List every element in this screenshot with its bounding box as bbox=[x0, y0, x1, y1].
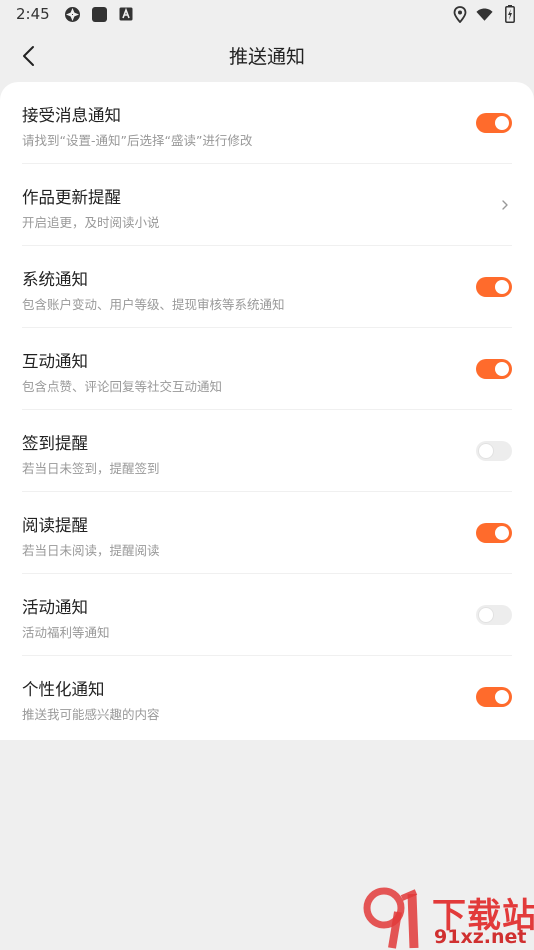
setting-title: 签到提醒 bbox=[22, 434, 88, 453]
setting-subtitle: 活动福利等通知 bbox=[22, 625, 110, 640]
toggle-switch[interactable] bbox=[476, 441, 512, 461]
toggle-switch[interactable] bbox=[476, 359, 512, 379]
setting-row-accept-messages[interactable]: 接受消息通知 请找到“设置-通知”后选择“盛读”进行修改 bbox=[22, 82, 512, 164]
shutter-icon bbox=[64, 6, 81, 23]
toggle-knob bbox=[479, 608, 493, 622]
status-left: 2:45 bbox=[16, 5, 135, 23]
setting-row-reading[interactable]: 阅读提醒 若当日未阅读，提醒阅读 bbox=[22, 492, 512, 574]
setting-title: 活动通知 bbox=[22, 598, 88, 617]
toggle-knob bbox=[495, 526, 509, 540]
setting-row-interaction[interactable]: 互动通知 包含点赞、评论回复等社交互动通知 bbox=[22, 328, 512, 410]
setting-row-activity[interactable]: 活动通知 活动福利等通知 bbox=[22, 574, 512, 656]
setting-subtitle: 推送我可能感兴趣的内容 bbox=[22, 707, 160, 722]
watermark-logo-icon bbox=[363, 887, 419, 949]
toggle-switch[interactable] bbox=[476, 687, 512, 707]
status-bar: 2:45 bbox=[0, 0, 534, 28]
setting-title: 接受消息通知 bbox=[22, 106, 121, 125]
toggle-switch[interactable] bbox=[476, 113, 512, 133]
toggle-knob bbox=[495, 116, 509, 130]
status-right bbox=[451, 5, 518, 23]
setting-subtitle: 包含点赞、评论回复等社交互动通知 bbox=[22, 379, 223, 394]
setting-title: 系统通知 bbox=[22, 270, 88, 289]
setting-subtitle: 包含账户变动、用户等级、提现审核等系统通知 bbox=[22, 297, 285, 312]
setting-title: 个性化通知 bbox=[22, 680, 105, 699]
a-box-icon bbox=[118, 6, 135, 23]
settings-card: 接受消息通知 请找到“设置-通知”后选择“盛读”进行修改 作品更新提醒 开启追更… bbox=[0, 82, 534, 740]
toggle-knob bbox=[479, 444, 493, 458]
square-icon bbox=[91, 6, 108, 23]
setting-title: 阅读提醒 bbox=[22, 516, 88, 535]
setting-subtitle: 请找到“设置-通知”后选择“盛读”进行修改 bbox=[22, 133, 253, 148]
setting-title: 互动通知 bbox=[22, 352, 88, 371]
setting-subtitle: 若当日未签到，提醒签到 bbox=[22, 461, 160, 476]
page-title: 推送通知 bbox=[228, 45, 305, 68]
chevron-right-icon bbox=[502, 200, 508, 210]
setting-row-personalized[interactable]: 个性化通知 推送我可能感兴趣的内容 bbox=[22, 656, 512, 738]
status-time: 2:45 bbox=[16, 5, 50, 23]
toggle-knob bbox=[495, 280, 509, 294]
setting-row-system[interactable]: 系统通知 包含账户变动、用户等级、提现审核等系统通知 bbox=[22, 246, 512, 328]
setting-subtitle: 开启追更，及时阅读小说 bbox=[22, 215, 160, 230]
toggle-switch[interactable] bbox=[476, 523, 512, 543]
toggle-switch[interactable] bbox=[476, 605, 512, 625]
chevron-left-icon bbox=[23, 46, 34, 66]
setting-row-checkin[interactable]: 签到提醒 若当日未签到，提醒签到 bbox=[22, 410, 512, 492]
setting-title: 作品更新提醒 bbox=[22, 188, 121, 207]
toggle-knob bbox=[495, 690, 509, 704]
setting-subtitle: 若当日未阅读，提醒阅读 bbox=[22, 543, 160, 558]
header: 推送通知 bbox=[0, 30, 534, 80]
setting-row-work-updates[interactable]: 作品更新提醒 开启追更，及时阅读小说 bbox=[22, 164, 512, 246]
site-watermark: 下载站 91xz.net bbox=[362, 886, 534, 950]
watermark-text-url: 91xz.net bbox=[434, 926, 527, 948]
toggle-switch[interactable] bbox=[476, 277, 512, 297]
wifi-icon bbox=[476, 6, 493, 23]
toggle-knob bbox=[495, 362, 509, 376]
battery-icon bbox=[501, 5, 518, 23]
location-icon bbox=[451, 5, 468, 23]
back-button[interactable] bbox=[10, 38, 46, 74]
